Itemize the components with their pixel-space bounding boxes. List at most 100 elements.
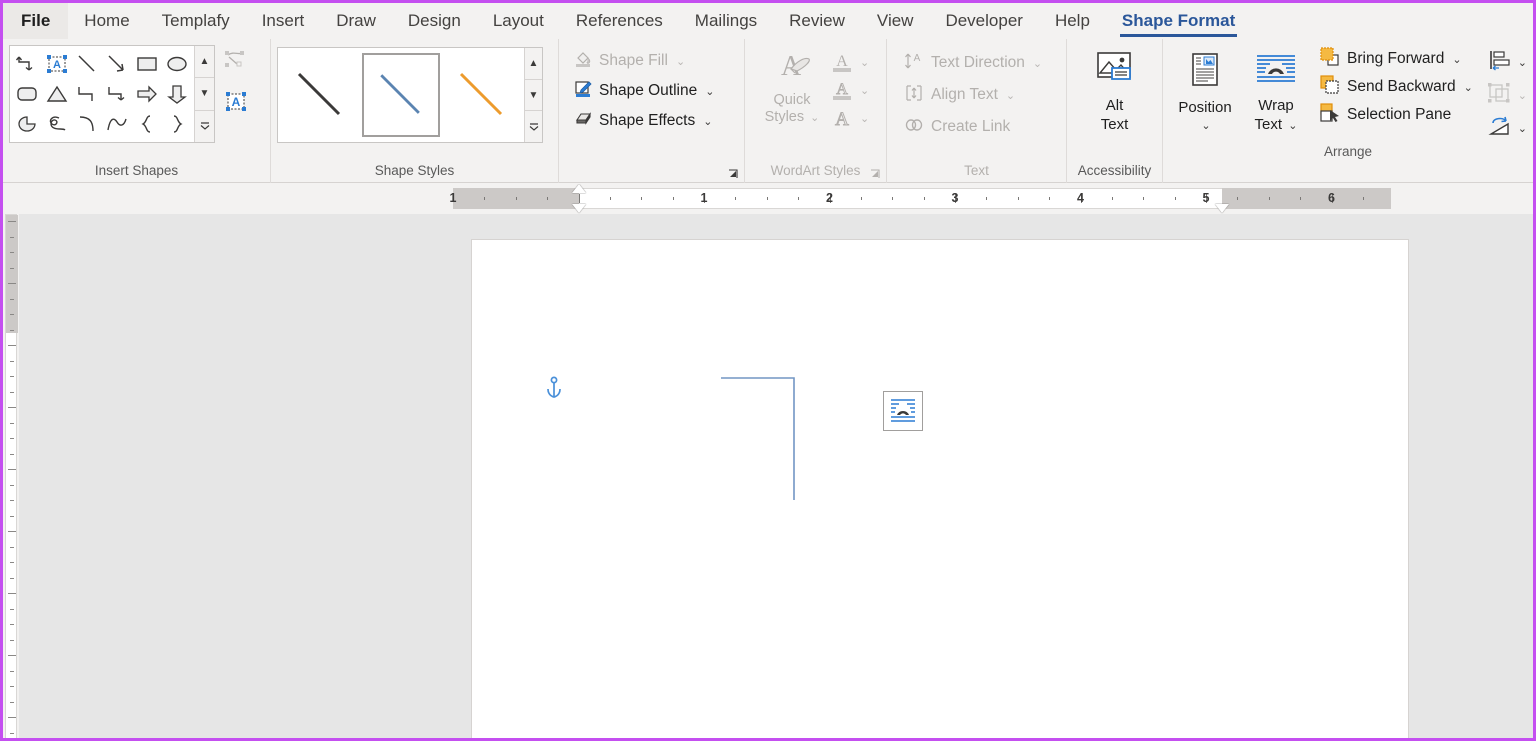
shape-line[interactable]	[72, 49, 102, 79]
shape-outline-chevron-icon[interactable]: ⌄	[705, 85, 714, 98]
shape-style-orange-line[interactable]	[443, 53, 521, 137]
tab-developer[interactable]: Developer	[929, 3, 1039, 39]
document-canvas[interactable]	[19, 214, 1533, 738]
tab-insert[interactable]: Insert	[246, 3, 321, 39]
left-indent-marker[interactable]	[571, 204, 586, 213]
horizontal-ruler[interactable]: 1 1 2 3 4 5 6	[17, 184, 1533, 214]
tab-help[interactable]: Help	[1039, 3, 1106, 39]
align-text-button[interactable]: Align Text ⌄	[899, 83, 1046, 107]
shape-outline-button[interactable]: Shape Outline ⌄	[569, 79, 718, 103]
layout-options-button[interactable]	[883, 391, 923, 431]
send-backward-button[interactable]: Send Backward ⌄	[1319, 74, 1473, 99]
wordart-dialog-launcher[interactable]	[868, 167, 882, 181]
svg-text:A: A	[914, 53, 921, 64]
shape-fill-chevron-icon[interactable]: ⌄	[676, 55, 685, 68]
create-link-button[interactable]: Create Link	[899, 115, 1046, 139]
position-button[interactable]: Position ⌄	[1169, 45, 1241, 136]
tab-design[interactable]: Design	[392, 3, 477, 39]
wordart-quick-styles-button[interactable]: A Quick Styles ⌄	[759, 47, 825, 131]
shape-gallery-more[interactable]	[195, 111, 214, 142]
text-outline-chevron-icon[interactable]: ⌄	[860, 84, 869, 97]
align-objects-chevron-icon[interactable]: ⌄	[1518, 56, 1527, 69]
shape-scribble[interactable]	[42, 109, 72, 139]
rotate-objects-chevron-icon[interactable]: ⌄	[1518, 122, 1527, 135]
tab-home[interactable]: Home	[68, 3, 145, 39]
draw-text-box-icon[interactable]: A	[223, 90, 249, 119]
alt-text-button[interactable]: Alt Text	[1073, 43, 1156, 134]
shape-rounded-rectangle[interactable]	[12, 79, 42, 109]
text-effects-chevron-icon[interactable]: ⌄	[860, 112, 869, 125]
shape-fill-button[interactable]: Shape Fill ⌄	[569, 49, 718, 73]
group-objects-button[interactable]: ⌄	[1487, 82, 1527, 109]
shape-elbow-connector[interactable]	[12, 49, 42, 79]
tab-layout[interactable]: Layout	[477, 3, 560, 39]
shape-right-brace[interactable]	[162, 109, 192, 139]
shape-elbow-connector-2[interactable]	[72, 79, 102, 109]
text-fill-chevron-icon[interactable]: ⌄	[860, 56, 869, 69]
shape-rectangle[interactable]	[132, 49, 162, 79]
wordart-quick-styles-chevron-icon[interactable]: ⌄	[810, 112, 819, 124]
right-indent-marker[interactable]	[1214, 204, 1229, 213]
shape-gallery[interactable]: A ▲ ▼	[9, 45, 215, 143]
shape-style-blue-line[interactable]	[362, 53, 440, 137]
shape-effects-button[interactable]: Shape Effects ⌄	[569, 109, 718, 133]
tab-templafy[interactable]: Templafy	[146, 3, 246, 39]
wrap-text-button[interactable]: Wrap Text ⌄	[1243, 45, 1309, 136]
shape-right-arrow[interactable]	[132, 79, 162, 109]
bring-forward-button[interactable]: Bring Forward ⌄	[1319, 46, 1473, 71]
text-effects-button[interactable]: A ⌄	[829, 105, 870, 131]
text-fill-button[interactable]: A ⌄	[829, 49, 869, 75]
shape-style-dark-line[interactable]	[281, 53, 359, 137]
shape-styles-scrollbar[interactable]: ▲ ▼	[524, 48, 542, 142]
text-direction-button[interactable]: A Text Direction ⌄	[899, 51, 1046, 75]
shape-pie[interactable]	[12, 109, 42, 139]
group-objects-chevron-icon[interactable]: ⌄	[1518, 89, 1527, 102]
selection-pane-label: Selection Pane	[1347, 106, 1452, 123]
bring-forward-chevron-icon[interactable]: ⌄	[1452, 53, 1461, 66]
shape-triangle[interactable]	[42, 79, 72, 109]
text-direction-chevron-icon[interactable]: ⌄	[1033, 57, 1042, 70]
align-text-chevron-icon[interactable]: ⌄	[1006, 89, 1015, 102]
shape-oval[interactable]	[162, 49, 192, 79]
shape-styles-more[interactable]	[525, 111, 542, 142]
rotate-objects-button[interactable]: ⌄	[1487, 115, 1527, 142]
shape-line-arrow[interactable]	[102, 49, 132, 79]
text-outline-button[interactable]: A ⌄	[829, 77, 869, 103]
vertical-ruler[interactable]	[3, 214, 19, 738]
shape-styles-gallery[interactable]: ▲ ▼	[277, 47, 543, 143]
shape-gallery-scroll-down[interactable]: ▼	[195, 78, 214, 111]
vertical-ruler-tick	[10, 624, 14, 625]
tab-references[interactable]: References	[560, 3, 679, 39]
position-chevron-icon[interactable]: ⌄	[1201, 117, 1210, 136]
group-wordart-styles: A Quick Styles ⌄ A ⌄ A ⌄ A ⌄ WordArt Sty…	[745, 39, 887, 183]
tab-mailings[interactable]: Mailings	[679, 3, 773, 39]
tab-shape-format[interactable]: Shape Format	[1106, 3, 1251, 39]
first-line-indent-marker[interactable]	[571, 184, 586, 193]
shape-gallery-scroll-up[interactable]: ▲	[195, 46, 214, 79]
shape-gallery-scrollbar[interactable]: ▲ ▼	[194, 46, 214, 142]
selection-pane-button[interactable]: Selection Pane	[1319, 102, 1473, 127]
align-objects-button[interactable]: ⌄	[1487, 49, 1527, 76]
edit-shape-icon[interactable]	[223, 49, 249, 76]
tab-draw[interactable]: Draw	[320, 3, 392, 39]
shape-down-arrow[interactable]	[162, 79, 192, 109]
shape-effects-chevron-icon[interactable]: ⌄	[703, 115, 712, 128]
document-page[interactable]	[471, 239, 1409, 738]
vertical-ruler-tick	[10, 267, 14, 269]
ruler-tick	[860, 197, 862, 200]
wrap-text-chevron-icon[interactable]: ⌄	[1288, 120, 1297, 132]
shape-left-brace[interactable]	[132, 109, 162, 139]
tab-review[interactable]: Review	[773, 3, 861, 39]
tab-view[interactable]: View	[861, 3, 930, 39]
elbow-connector-shape[interactable]	[472, 240, 892, 500]
send-backward-chevron-icon[interactable]: ⌄	[1464, 81, 1473, 94]
ruler-number: 1	[700, 191, 708, 205]
shape-styles-dialog-launcher[interactable]	[726, 167, 740, 181]
tab-file[interactable]: File	[3, 3, 69, 39]
shape-arc[interactable]	[72, 109, 102, 139]
shape-styles-scroll-up[interactable]: ▲	[525, 48, 542, 80]
shape-curve[interactable]	[102, 109, 132, 139]
shape-elbow-arrow-connector[interactable]	[102, 79, 132, 109]
shape-text-box[interactable]: A	[42, 49, 72, 79]
shape-styles-scroll-down[interactable]: ▼	[525, 80, 542, 112]
